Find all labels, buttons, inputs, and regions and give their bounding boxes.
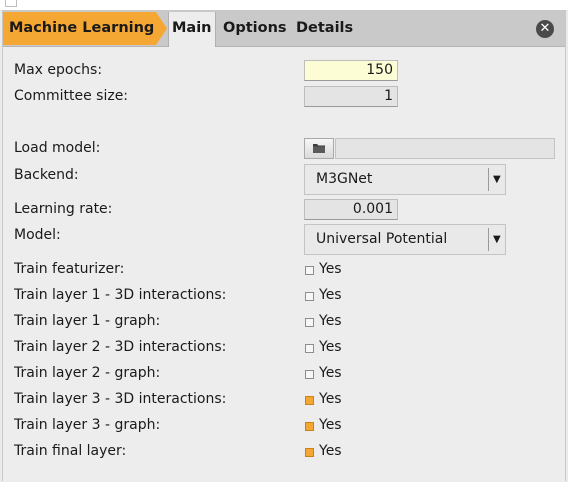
checkbox-label: Yes: [319, 313, 342, 329]
checkbox[interactable]: [305, 448, 314, 457]
ml-panel: Machine Learning Main Options Details ✕ …: [2, 10, 566, 481]
checkbox[interactable]: [305, 396, 314, 405]
train-final-layer-label: Train final layer:: [14, 443, 127, 459]
max-epochs-label: Max epochs:: [14, 62, 103, 78]
window-notch: [5, 0, 17, 7]
max-epochs-input[interactable]: 150: [304, 60, 398, 81]
checkbox-label: Yes: [319, 287, 342, 303]
tab-main[interactable]: Main: [168, 12, 216, 47]
backend-selected-value: M3GNet: [316, 171, 373, 187]
learning-rate-input[interactable]: 0.001: [304, 199, 398, 220]
checkbox-label: Yes: [319, 391, 342, 407]
checkbox-label: Yes: [319, 443, 342, 459]
tab-options[interactable]: Options: [220, 12, 290, 45]
checkbox[interactable]: [305, 422, 314, 431]
checkbox-label: Yes: [319, 339, 342, 355]
checkbox[interactable]: [305, 318, 314, 327]
model-selected-value: Universal Potential: [316, 231, 448, 247]
train-featurizer-label: Train featurizer:: [14, 261, 125, 277]
checkbox-label: Yes: [319, 417, 342, 433]
top-strip: [0, 0, 568, 10]
select-divider: [488, 228, 489, 251]
checkbox-label: Yes: [319, 365, 342, 381]
model-label: Model:: [14, 227, 61, 243]
checkbox[interactable]: [305, 370, 314, 379]
learning-rate-label: Learning rate:: [14, 201, 113, 217]
committee-size-label: Committee size:: [14, 88, 129, 104]
train-layer1-graph-label: Train layer 1 - graph:: [14, 313, 161, 329]
chevron-down-icon[interactable]: ▼: [493, 225, 501, 254]
train-layer3-3d-label: Train layer 3 - 3D interactions:: [14, 391, 227, 407]
tab-details[interactable]: Details: [293, 12, 356, 45]
train-layer2-3d-label: Train layer 2 - 3D interactions:: [14, 339, 227, 355]
folder-icon: [313, 144, 325, 153]
browse-button[interactable]: [304, 138, 334, 159]
train-layer3-graph-label: Train layer 3 - graph:: [14, 417, 161, 433]
backend-label: Backend:: [14, 167, 79, 183]
train-layer2-graph-label: Train layer 2 - graph:: [14, 365, 161, 381]
committee-size-input[interactable]: 1: [304, 86, 398, 107]
load-model-label: Load model:: [14, 140, 101, 156]
checkbox[interactable]: [305, 292, 314, 301]
train-layer1-3d-label: Train layer 1 - 3D interactions:: [14, 287, 227, 303]
checkbox[interactable]: [305, 266, 314, 275]
model-select[interactable]: Universal Potential ▼: [304, 224, 506, 255]
chevron-down-icon[interactable]: ▼: [493, 165, 501, 194]
checkbox-label: Yes: [319, 261, 342, 277]
breadcrumb-machine-learning[interactable]: Machine Learning: [3, 12, 167, 45]
checkbox[interactable]: [305, 344, 314, 353]
close-icon[interactable]: ✕: [536, 20, 554, 38]
backend-select[interactable]: M3GNet ▼: [304, 164, 506, 195]
select-divider: [488, 168, 489, 191]
model-path-field[interactable]: [335, 138, 555, 159]
tab-bar: Machine Learning Main Options Details ✕: [3, 11, 565, 47]
